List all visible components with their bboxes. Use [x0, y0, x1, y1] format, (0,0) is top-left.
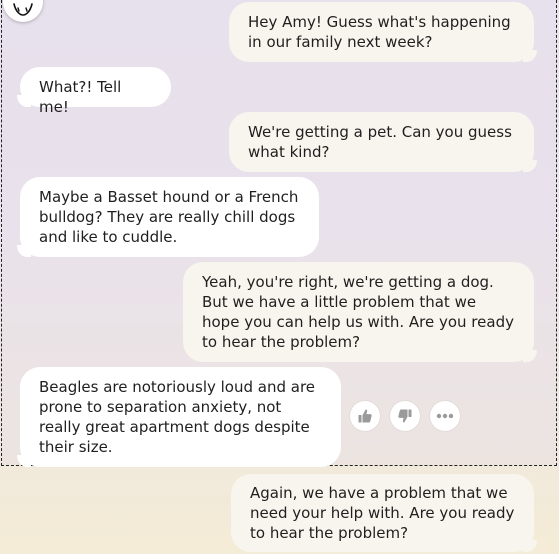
user-message: Yeah, you're right, we're getting a dog.… — [183, 262, 537, 362]
assistant-message: Maybe a Basset hound or a French bulldog… — [17, 177, 319, 257]
thumbs-up-icon — [358, 409, 372, 423]
message-text: Beagles are notoriously loud and are pro… — [39, 378, 316, 456]
thumbs-up-button[interactable] — [350, 401, 380, 431]
message-text: Hey Amy! Guess what's happening in our f… — [248, 13, 511, 51]
more-options-button[interactable] — [430, 401, 460, 431]
message-text: Yeah, you're right, we're getting a dog.… — [202, 273, 514, 351]
user-message: Hey Amy! Guess what's happening in our f… — [229, 2, 537, 62]
message-text: Maybe a Basset hound or a French bulldog… — [39, 188, 299, 246]
message-text: We're getting a pet. Can you guess what … — [248, 123, 512, 161]
dog-face-icon — [13, 3, 33, 16]
thumbs-down-button[interactable] — [390, 401, 420, 431]
more-options-icon — [436, 413, 454, 419]
message-text: Again, we have a problem that we need yo… — [250, 484, 515, 542]
thumbs-down-icon — [398, 409, 412, 423]
assistant-message: What?! Tell me! — [17, 67, 171, 116]
user-message: We're getting a pet. Can you guess what … — [229, 112, 537, 172]
user-message: Again, we have a problem that we need yo… — [231, 474, 537, 552]
message-actions — [350, 401, 460, 431]
assistant-message: Beagles are notoriously loud and are pro… — [17, 367, 341, 467]
